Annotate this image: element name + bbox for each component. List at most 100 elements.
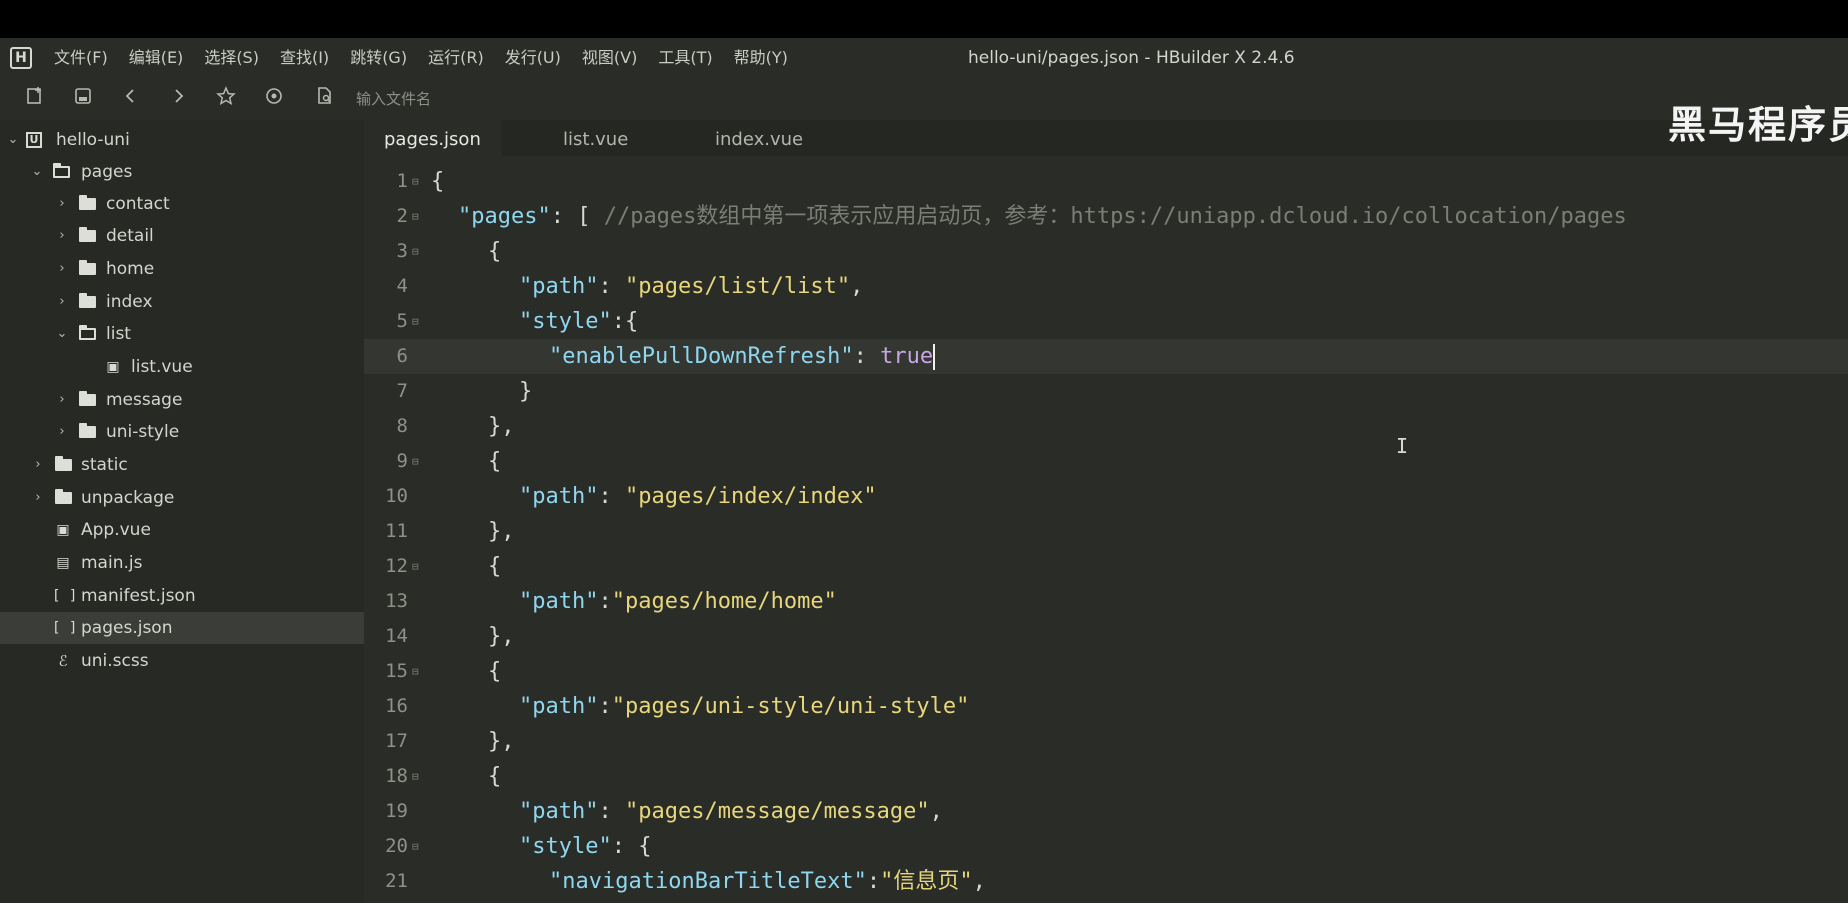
save-icon[interactable] bbox=[70, 86, 96, 112]
tree-item-list-vue[interactable]: ▣ list.vue bbox=[0, 351, 364, 383]
fold-marker-icon[interactable]: ⊟ bbox=[412, 829, 424, 864]
fold-marker-icon[interactable]: ⊟ bbox=[412, 759, 424, 794]
target-icon[interactable] bbox=[261, 86, 287, 112]
code-line[interactable]: 4 "path": "pages/list/list", bbox=[364, 269, 1848, 304]
tree-item-hello-uni[interactable]: ⌄ U hello-uni bbox=[0, 124, 364, 156]
fold-marker-icon[interactable]: ⊟ bbox=[412, 444, 424, 479]
menu-publish[interactable]: 发行(U) bbox=[505, 38, 561, 78]
line-number: 5 bbox=[396, 310, 408, 332]
tree-item-uni-scss[interactable]: ℰ uni.scss bbox=[0, 645, 364, 677]
chevron-right-icon[interactable]: › bbox=[31, 449, 45, 481]
tree-item-index[interactable]: › index bbox=[0, 286, 364, 318]
fold-marker-icon[interactable]: ⊟ bbox=[412, 164, 424, 199]
fold-marker-icon[interactable]: ⊟ bbox=[412, 199, 424, 234]
line-number: 11 bbox=[385, 520, 408, 542]
code-line[interactable]: 7 } bbox=[364, 374, 1848, 409]
chevron-down-icon[interactable]: ⌄ bbox=[55, 318, 69, 350]
tree-item-manifest-json[interactable]: [ ] manifest.json bbox=[0, 580, 364, 612]
tab-pages-json[interactable]: pages.json bbox=[364, 120, 501, 156]
menu-goto[interactable]: 跳转(G) bbox=[350, 38, 407, 78]
chevron-right-icon[interactable]: › bbox=[55, 220, 69, 252]
forward-icon[interactable] bbox=[165, 86, 191, 112]
menu-file[interactable]: 文件(F) bbox=[54, 38, 108, 78]
code-text: "enablePullDownRefresh": true bbox=[549, 344, 936, 370]
code-line[interactable]: 2 ⊟ "pages": [ //pages数组中第一项表示应用启动页，参考：h… bbox=[364, 199, 1848, 234]
tab-index-vue[interactable]: index.vue bbox=[695, 120, 823, 156]
code-line[interactable]: 13 "path":"pages/home/home" bbox=[364, 584, 1848, 619]
line-number: 8 bbox=[396, 415, 408, 437]
code-line[interactable]: 21 "navigationBarTitleText":"信息页", bbox=[364, 864, 1848, 899]
code-line-current[interactable]: 6 "enablePullDownRefresh": true bbox=[364, 339, 1848, 374]
menu-run[interactable]: 运行(R) bbox=[428, 38, 484, 78]
menu-find[interactable]: 查找(I) bbox=[280, 38, 329, 78]
code-line[interactable]: 5 ⊟ "style":{ bbox=[364, 304, 1848, 339]
line-number: 4 bbox=[396, 275, 408, 297]
menu-select[interactable]: 选择(S) bbox=[204, 38, 259, 78]
code-line[interactable]: 19 "path": "pages/message/message", bbox=[364, 794, 1848, 829]
tree-item-label: index bbox=[106, 292, 153, 312]
menu-tools[interactable]: 工具(T) bbox=[658, 38, 712, 78]
new-file-icon[interactable] bbox=[22, 86, 48, 112]
tree-item-label: list bbox=[106, 324, 131, 344]
code-line[interactable]: 14 }, bbox=[364, 619, 1848, 654]
tree-item-detail[interactable]: › detail bbox=[0, 220, 364, 252]
tree-item-unpackage[interactable]: › unpackage bbox=[0, 482, 364, 514]
toolbar bbox=[0, 78, 1848, 120]
folder-icon bbox=[76, 253, 98, 285]
code-line[interactable]: 16 "path":"pages/uni-style/uni-style" bbox=[364, 689, 1848, 724]
tree-item-label: manifest.json bbox=[81, 586, 196, 606]
tab-list-vue[interactable]: list.vue bbox=[543, 120, 648, 156]
chevron-right-icon[interactable]: › bbox=[55, 286, 69, 318]
tree-item-pages-json[interactable]: [ ] pages.json bbox=[0, 612, 364, 644]
code-area[interactable]: 1 ⊟ { 2 ⊟ "pages": [ //pages数组中第一项表示应用启动… bbox=[364, 164, 1848, 903]
file-name-input[interactable] bbox=[356, 85, 756, 113]
chevron-down-icon[interactable]: ⌄ bbox=[30, 156, 44, 188]
code-line[interactable]: 10 "path": "pages/index/index" bbox=[364, 479, 1848, 514]
menu-view[interactable]: 视图(V) bbox=[582, 38, 637, 78]
code-line[interactable]: 9 ⊟ { bbox=[364, 444, 1848, 479]
code-line[interactable]: 18 ⊟ { bbox=[364, 759, 1848, 794]
tree-item-message[interactable]: › message bbox=[0, 384, 364, 416]
back-icon[interactable] bbox=[118, 86, 144, 112]
code-text: { bbox=[488, 554, 502, 579]
code-line[interactable]: 8 }, bbox=[364, 409, 1848, 444]
folder-icon bbox=[52, 482, 74, 514]
tree-item-label: contact bbox=[106, 194, 170, 214]
line-number: 18 bbox=[385, 765, 408, 787]
code-line[interactable]: 15 ⊟ { bbox=[364, 654, 1848, 689]
tree-item-list[interactable]: ⌄ list bbox=[0, 318, 364, 350]
tree-item-static[interactable]: › static bbox=[0, 449, 364, 481]
tree-item-pages[interactable]: ⌄ pages bbox=[0, 156, 364, 188]
code-line[interactable]: 1 ⊟ { bbox=[364, 164, 1848, 199]
chevron-down-icon[interactable]: ⌄ bbox=[6, 124, 20, 156]
code-text: "path":"pages/uni-style/uni-style" bbox=[519, 694, 970, 719]
menu-help[interactable]: 帮助(Y) bbox=[734, 38, 788, 78]
chevron-right-icon[interactable]: › bbox=[55, 416, 69, 448]
hbuilder-window: H 文件(F) 编辑(E) 选择(S) 查找(I) 跳转(G) 运行(R) 发行… bbox=[0, 0, 1848, 903]
tree-item-label: pages bbox=[81, 162, 133, 182]
code-line[interactable]: 3 ⊟ { bbox=[364, 234, 1848, 269]
fold-marker-icon[interactable]: ⊟ bbox=[412, 654, 424, 689]
chevron-right-icon[interactable]: › bbox=[55, 188, 69, 220]
fold-marker-icon[interactable]: ⊟ bbox=[412, 304, 424, 339]
code-line[interactable]: 12 ⊟ { bbox=[364, 549, 1848, 584]
chevron-right-icon[interactable]: › bbox=[55, 253, 69, 285]
tree-item-main-js[interactable]: ▤ main.js bbox=[0, 547, 364, 579]
fold-marker-icon[interactable]: ⊟ bbox=[412, 549, 424, 584]
chevron-right-icon[interactable]: › bbox=[55, 384, 69, 416]
tree-item-home[interactable]: › home bbox=[0, 253, 364, 285]
code-line[interactable]: 17 }, bbox=[364, 724, 1848, 759]
tree-item-uni-style[interactable]: › uni-style bbox=[0, 416, 364, 448]
tree-item-contact[interactable]: › contact bbox=[0, 188, 364, 220]
folder-open-icon bbox=[50, 156, 72, 188]
star-icon[interactable] bbox=[213, 86, 239, 112]
file-search-icon[interactable] bbox=[312, 86, 338, 112]
menu-edit[interactable]: 编辑(E) bbox=[129, 38, 184, 78]
code-line[interactable]: 11 }, bbox=[364, 514, 1848, 549]
chevron-right-icon[interactable]: › bbox=[31, 482, 45, 514]
fold-marker-icon[interactable]: ⊟ bbox=[412, 234, 424, 269]
code-line[interactable]: 20 ⊟ "style": { bbox=[364, 829, 1848, 864]
code-text: "navigationBarTitleText":"信息页", bbox=[549, 869, 986, 894]
tree-item-app-vue[interactable]: ▣ App.vue bbox=[0, 514, 364, 546]
folder-icon bbox=[76, 286, 98, 318]
